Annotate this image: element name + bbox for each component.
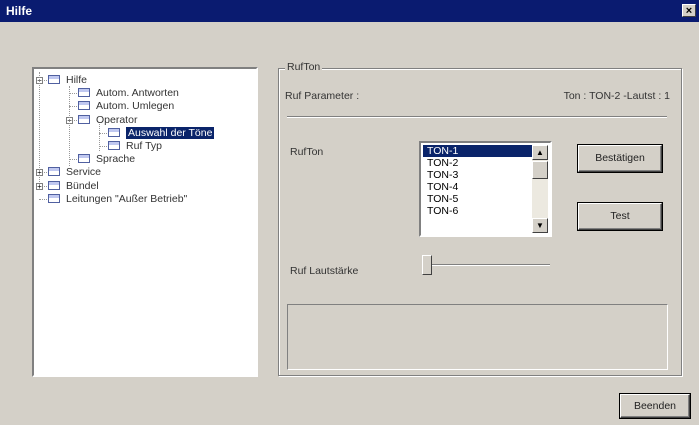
tree-item-label: Hilfe bbox=[66, 74, 88, 86]
volume-slider-thumb[interactable] bbox=[422, 255, 432, 275]
tone-list-item[interactable]: TON-3 bbox=[423, 169, 533, 181]
tree-node-icon bbox=[48, 167, 60, 177]
expand-icon[interactable]: + bbox=[36, 182, 43, 190]
volume-slider-track bbox=[422, 264, 550, 266]
tree-connector bbox=[69, 159, 77, 161]
tree-item[interactable]: Auswahl der Töne bbox=[108, 126, 215, 140]
tree-item-label: Sprache bbox=[96, 153, 136, 166]
groupbox-title: RufTon bbox=[285, 61, 323, 73]
tree-item[interactable]: Autom. Umlegen bbox=[78, 99, 174, 113]
ruf-parameter-label: Ruf Parameter : bbox=[285, 90, 360, 102]
info-panel bbox=[287, 304, 668, 370]
scroll-thumb[interactable] bbox=[532, 161, 548, 179]
tree-connector bbox=[69, 86, 70, 166]
tree-item[interactable]: Operator bbox=[78, 113, 137, 127]
tree-item[interactable]: Hilfe bbox=[48, 73, 87, 87]
tree-item-label: Ruf Typ bbox=[126, 140, 162, 152]
tree-node-icon bbox=[48, 180, 60, 190]
confirm-button[interactable]: Bestätigen bbox=[578, 145, 662, 172]
navigation-tree[interactable]: Hilfe − Autom. Antworten Autom. Umlegen Oper… bbox=[32, 67, 258, 377]
tree-connector bbox=[39, 72, 40, 182]
tone-list-scrollbar[interactable]: ▲ ▼ bbox=[532, 145, 548, 233]
tree-item-label: Operator bbox=[96, 113, 138, 126]
tone-list-item[interactable]: TON-5 bbox=[423, 193, 533, 205]
tone-list: TON-1 TON-2 TON-3 TON-4 TON-5 TON-6 bbox=[423, 145, 533, 217]
tone-list-item[interactable]: TON-6 bbox=[423, 205, 533, 217]
window-title: Hilfe bbox=[6, 4, 33, 18]
tree-node-icon bbox=[78, 154, 90, 164]
tree-connector bbox=[99, 132, 107, 134]
tree-node-icon bbox=[78, 88, 90, 98]
tree-item[interactable]: Leitungen "Außer Betrieb" bbox=[48, 192, 187, 206]
tone-list-item[interactable]: TON-2 bbox=[423, 157, 533, 169]
volume-slider[interactable] bbox=[418, 254, 552, 278]
tree-item[interactable]: Service bbox=[48, 165, 101, 179]
rufton-label: RufTon bbox=[290, 146, 324, 158]
tree-connector bbox=[69, 93, 77, 95]
tree-item-label: Auswahl der Töne bbox=[126, 126, 215, 139]
tree-item[interactable]: Autom. Antworten bbox=[78, 86, 179, 100]
hilfe-dialog: Hilfe × Hilfe − Autom. Antworten Autom. Uml… bbox=[0, 0, 699, 425]
tone-list-item[interactable]: TON-4 bbox=[423, 181, 533, 193]
tone-list-item[interactable]: TON-1 bbox=[423, 145, 533, 157]
close-icon[interactable]: × bbox=[682, 4, 696, 17]
ruf-parameter-value: Ton : TON-2 -Lautst : 1 bbox=[563, 90, 670, 102]
title-bar[interactable]: Hilfe × bbox=[0, 0, 699, 22]
test-button[interactable]: Test bbox=[578, 203, 662, 230]
tree-connector bbox=[99, 146, 107, 147]
tree-node-icon bbox=[78, 101, 90, 111]
tree-item[interactable]: Ruf Typ bbox=[108, 139, 162, 153]
tree-connector bbox=[69, 106, 77, 108]
scroll-up-icon[interactable]: ▲ bbox=[532, 145, 548, 160]
close-button[interactable]: Beenden bbox=[620, 394, 690, 418]
tree-item[interactable]: Bündel bbox=[48, 179, 99, 193]
separator bbox=[287, 116, 667, 118]
tree-item-label: Leitungen "Außer Betrieb" bbox=[66, 192, 188, 205]
tree-item-label: Autom. Umlegen bbox=[96, 100, 175, 113]
tree-item-label: Service bbox=[66, 166, 102, 179]
tree-node-icon bbox=[108, 127, 120, 137]
tone-listbox[interactable]: TON-1 TON-2 TON-3 TON-4 TON-5 TON-6 ▲ ▼ bbox=[419, 141, 552, 237]
tree-node-icon bbox=[108, 141, 120, 150]
tree-item-label: Autom. Antworten bbox=[96, 87, 179, 100]
tree-node-icon bbox=[48, 75, 60, 84]
tree-connector bbox=[39, 198, 47, 200]
tree-node-icon bbox=[78, 114, 90, 124]
tree-node-icon bbox=[48, 193, 60, 203]
tree-connector bbox=[99, 124, 100, 151]
volume-label: Ruf Lautstärke bbox=[290, 265, 359, 277]
tree-item[interactable]: Sprache bbox=[78, 152, 135, 166]
tree-item-label: Bündel bbox=[66, 179, 99, 192]
scroll-down-icon[interactable]: ▼ bbox=[532, 218, 548, 233]
